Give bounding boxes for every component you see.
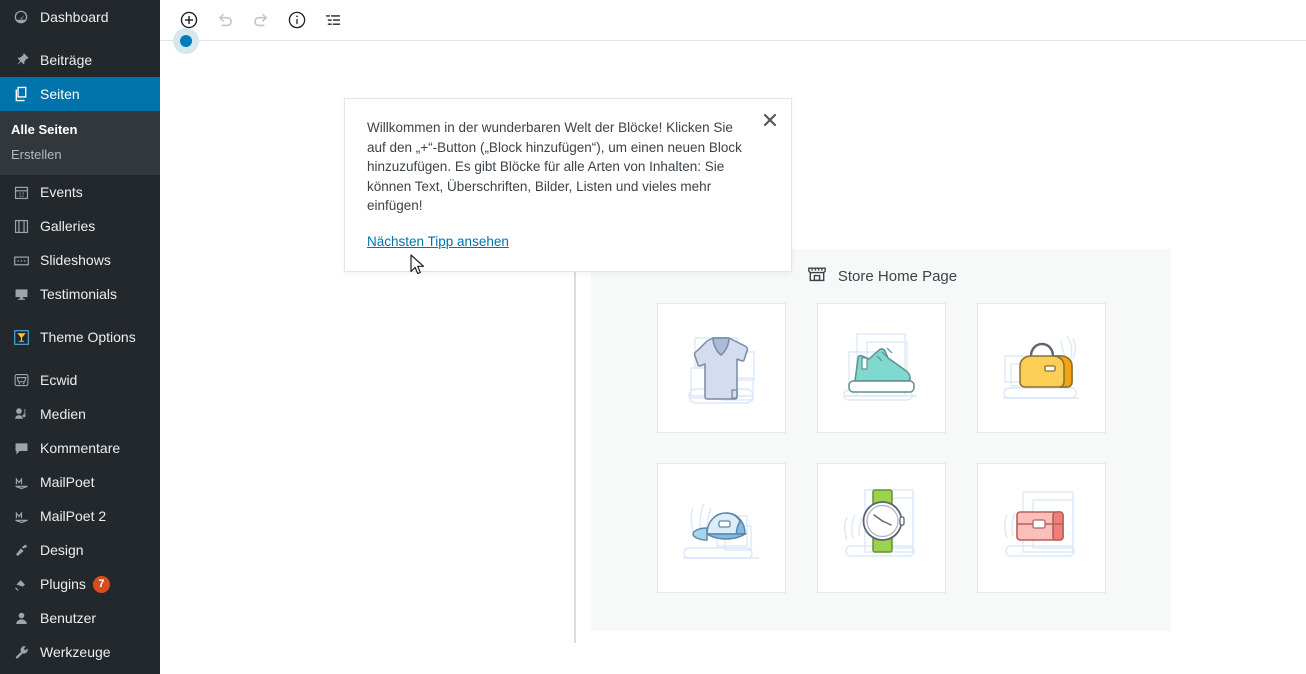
sidebar-item-galleries[interactable]: Galleries [0,209,160,243]
svg-text:12: 12 [18,192,24,198]
sidebar-subitem-erstellen[interactable]: Erstellen [0,142,160,167]
sidebar-item-medien[interactable]: Medien [0,397,160,431]
sidebar-separator [0,354,160,363]
sidebar-item-kommentare[interactable]: Kommentare [0,431,160,465]
briefcase-icon [989,476,1093,580]
tip-text: Willkommen in der wunderbaren Welt der B… [367,120,742,213]
block-selection-marker [574,253,576,643]
editor-canvas[interactable]: ore Store Home Page [160,41,1306,674]
sidebar-item-seiten[interactable]: Seiten [0,77,160,111]
sidebar-item-mailpoet[interactable]: MailPoet [0,465,160,499]
cap-icon [669,476,773,580]
sidebar-item-label: Ecwid [40,372,78,388]
undo-icon [214,9,236,31]
sneaker-icon [829,316,933,420]
sidebar-item-slideshows[interactable]: Slideshows [0,243,160,277]
product-card[interactable] [816,463,946,593]
cart-icon [11,370,31,390]
info-icon [286,9,308,31]
pages-icon [11,84,31,104]
editor-window: Dashboard Beiträge Seiten Alle Seiten Er… [0,0,1306,674]
list-view-button[interactable] [315,2,351,38]
sidebar-item-werkzeuge[interactable]: Werkzeuge [0,635,160,669]
product-card[interactable] [816,303,946,433]
mailpoet-icon [11,472,31,492]
block-editor: ore Store Home Page [160,0,1306,674]
sidebar-item-label: MailPoet [40,474,95,490]
sidebar-separator [0,34,160,43]
sidebar-item-beitraege[interactable]: Beiträge [0,43,160,77]
tools-icon [11,642,31,662]
comment-icon [11,438,31,458]
undo-button[interactable] [207,2,243,38]
redo-icon [250,9,272,31]
sidebar-item-label: Beiträge [40,52,93,68]
duffel-bag-icon [989,316,1093,420]
product-card[interactable] [976,303,1106,433]
sidebar-item-benutzer[interactable]: Benutzer [0,601,160,635]
sidebar-item-design[interactable]: Design [0,533,160,567]
theme-options-icon [11,327,31,347]
dashboard-icon [11,7,31,27]
editor-toolbar [160,0,1306,54]
sidebar-item-testimonials[interactable]: Testimonials [0,277,160,311]
sidebar-item-label: Dashboard [40,9,109,25]
product-card[interactable] [976,463,1106,593]
redo-button[interactable] [243,2,279,38]
pin-icon [11,50,31,70]
sidebar-item-label: Kommentare [40,440,121,456]
sidebar-item-label: Medien [40,406,86,422]
sidebar-submenu-seiten: Alle Seiten Erstellen [0,111,160,175]
plugins-icon [11,574,31,594]
sidebar-separator [0,311,160,320]
store-home-page-block[interactable]: Store Home Page [591,249,1171,631]
sidebar-item-label: Design [40,542,84,558]
welcome-guide-popover: Willkommen in der wunderbaren Welt der B… [344,98,792,272]
sidebar-item-label: Testimonials [40,286,118,302]
storefront-icon [805,262,829,291]
sidebar-item-label: Events [40,184,83,200]
sidebar-item-label: MailPoet 2 [40,508,107,524]
watch-icon [829,476,933,580]
calendar-icon: 12 [11,182,31,202]
sidebar-item-label: Galleries [40,218,96,234]
sidebar-item-dashboard[interactable]: Dashboard [0,0,160,34]
close-icon[interactable] [755,105,785,135]
mailpoet-icon [11,506,31,526]
admin-sidebar: Dashboard Beiträge Seiten Alle Seiten Er… [0,0,160,674]
sidebar-item-theme-options[interactable]: Theme Options [0,320,160,354]
sidebar-item-ecwid[interactable]: Ecwid [0,363,160,397]
sidebar-item-label: Seiten [40,86,80,102]
product-card[interactable] [656,463,786,593]
users-icon [11,608,31,628]
next-tip-link[interactable]: Nächsten Tipp ansehen [367,234,509,249]
add-block-button[interactable] [171,2,207,38]
store-block-heading: Store Home Page [837,267,958,285]
sidebar-item-mailpoet-2[interactable]: MailPoet 2 [0,499,160,533]
slideshow-icon [11,250,31,270]
sidebar-item-label: Benutzer [40,610,97,626]
sidebar-item-events[interactable]: 12 Events [0,175,160,209]
list-view-icon [322,9,344,31]
product-card[interactable] [656,303,786,433]
sidebar-subitem-alle-seiten[interactable]: Alle Seiten [0,117,160,142]
sidebar-item-plugins[interactable]: Plugins 7 [0,567,160,601]
sidebar-item-label: Slideshows [40,252,111,268]
tshirt-icon [669,316,773,420]
media-icon [11,404,31,424]
plugins-update-badge: 7 [92,575,110,593]
sidebar-item-label: Theme Options [40,329,136,345]
content-info-button[interactable] [279,2,315,38]
product-placeholder-grid [591,297,1171,593]
appearance-icon [11,540,31,560]
gallery-icon [11,216,31,236]
sidebar-item-label: Werkzeuge [40,644,111,660]
sidebar-item-label: Plugins [40,576,86,592]
add-block-icon [178,9,200,31]
monitor-icon [11,284,31,304]
